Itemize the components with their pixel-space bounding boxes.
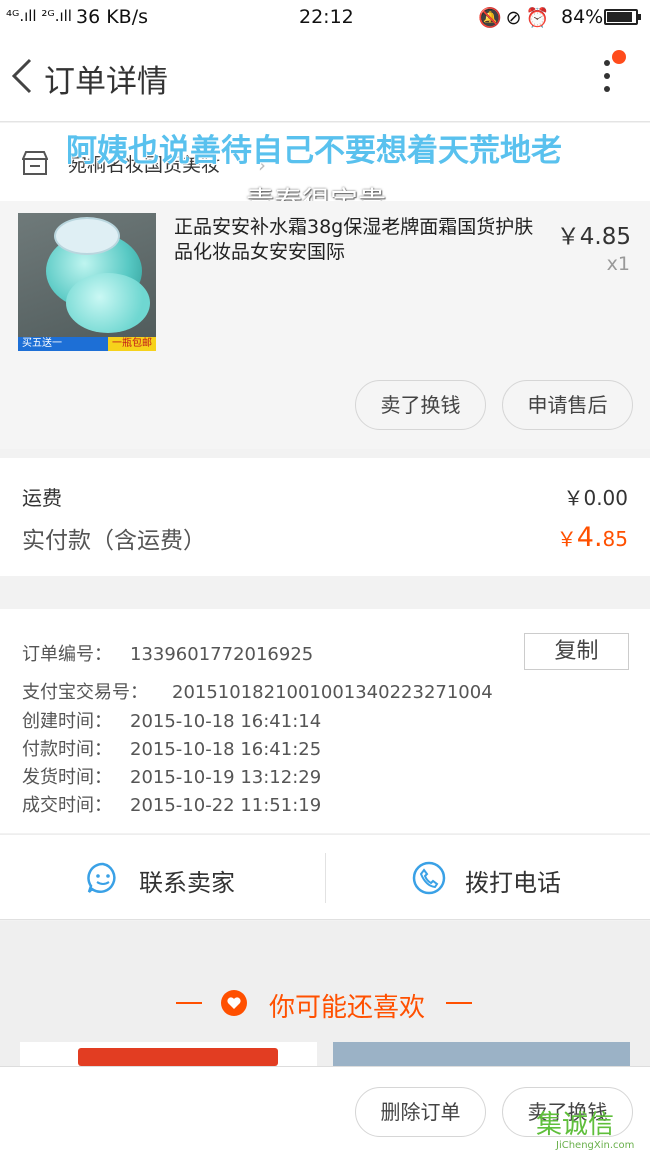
product-gel — [66, 273, 150, 333]
alipay-number: 2015101821001001340223271004 — [172, 682, 493, 703]
status-icons: 🔕⊘⏰ — [478, 7, 554, 29]
more-menu-icon[interactable] — [596, 50, 626, 98]
order-number: 1339601772016925 — [130, 644, 314, 665]
recommend-card[interactable] — [20, 1042, 317, 1066]
order-item: 买五送一 一瓶包邮 正品安安补水霜38g保湿老牌面霜国货护肤品化妆品女安安国际 … — [0, 201, 650, 449]
after-sale-button[interactable]: 申请售后 — [502, 380, 633, 430]
recommend-title-text: 你可能还喜欢 — [268, 993, 425, 1023]
created-label: 创建时间： — [22, 711, 112, 732]
clock: 22:12 — [299, 6, 354, 28]
product-title[interactable]: 正品安安补水霜38g保湿老牌面霜国货护肤品化妆品女安安国际 — [174, 215, 546, 265]
paid-int: 4. — [576, 522, 603, 553]
fee-summary: 运费 ￥0.00 实付款（含运费） ￥4.85 — [0, 458, 650, 576]
order-info: 订单编号： 1339601772016925 复制 支付宝交易号： 20151018… — [0, 609, 650, 833]
paid-currency: ￥ — [556, 527, 577, 551]
closed-label: 成交时间： — [22, 795, 112, 816]
paid-label: 实付款（含运费） — [22, 528, 206, 554]
shipping-label: 运费 — [22, 486, 62, 510]
network-speed: 36 KB/s — [76, 6, 149, 28]
alipay-label: 支付宝交易号： — [22, 682, 148, 703]
promo-left: 买五送一 — [22, 338, 62, 349]
notification-dot — [612, 50, 626, 64]
shop-icon — [22, 151, 48, 175]
paid-amount: ￥4.85 — [557, 522, 628, 553]
overlay-caption-1: 阿姨也说善待自己不要想着天荒地老 — [66, 133, 562, 169]
chat-bubble-icon — [87, 862, 116, 893]
page-title: 订单详情 — [44, 64, 168, 100]
nav-bar: 订单详情 — [0, 34, 650, 122]
closed-row: 成交时间： 2015-10-22 11:51:19 — [22, 791, 321, 817]
order-number-row: 订单编号： 1339601772016925 — [22, 640, 313, 666]
battery-percent: 84% — [561, 6, 604, 28]
alipay-row: 支付宝交易号： 2015101821001001340223271004 — [22, 678, 493, 704]
contact-seller-label: 联系卖家 — [139, 869, 235, 897]
recommend-card[interactable] — [333, 1042, 630, 1066]
delete-order-button[interactable]: 删除订单 — [355, 1087, 486, 1137]
paid-time: 2015-10-18 16:41:25 — [130, 739, 322, 760]
signal-icon: ⁴ᴳ.ıll ²ᴳ.ıll — [6, 7, 72, 25]
recommendations: 你可能还喜欢 — [0, 921, 650, 1066]
promo-right: 一瓶包邮 — [108, 337, 156, 351]
recommend-title: 你可能还喜欢 — [0, 987, 650, 1024]
contact-seller-button[interactable]: 联系卖家 — [0, 835, 325, 921]
battery-icon — [604, 9, 641, 25]
product-thumbnail[interactable]: 买五送一 一瓶包邮 — [18, 213, 156, 351]
product-price: ￥4.85 — [556, 224, 631, 250]
status-bar: ⁴ᴳ.ıll ²ᴳ.ıll 36 KB/s 22:12 🔕⊘⏰ 84% — [0, 0, 650, 34]
decor-line-right — [446, 1002, 472, 1004]
order-number-label: 订单编号： — [22, 644, 112, 665]
contact-bar: 联系卖家 拨打电话 — [0, 834, 650, 920]
resell-button[interactable]: 卖了换钱 — [355, 380, 486, 430]
promo-banner: 买五送一 一瓶包邮 — [18, 337, 156, 351]
product-lid — [54, 217, 120, 255]
created-time: 2015-10-18 16:41:14 — [130, 711, 322, 732]
paid-time-row: 付款时间： 2015-10-18 16:41:25 — [22, 735, 321, 761]
phone-icon — [412, 861, 446, 895]
product-quantity: x1 — [606, 253, 630, 275]
watermark: 集诚信 — [536, 1110, 615, 1140]
paid-time-label: 付款时间： — [22, 739, 112, 760]
shipped-time: 2015-10-19 13:12:29 — [130, 767, 322, 788]
paid-dec: 85 — [602, 527, 628, 551]
watermark-sub: JiChengXin.com — [556, 1140, 635, 1151]
call-label: 拨打电话 — [465, 869, 561, 897]
back-arrow-icon[interactable] — [8, 56, 38, 96]
call-button[interactable]: 拨打电话 — [326, 835, 650, 921]
shipping-value: ￥0.00 — [563, 486, 628, 510]
copy-button[interactable]: 复制 — [524, 633, 629, 670]
created-row: 创建时间： 2015-10-18 16:41:14 — [22, 707, 321, 733]
shipped-row: 发货时间： 2015-10-19 13:12:29 — [22, 763, 321, 789]
shipped-label: 发货时间： — [22, 767, 112, 788]
closed-time: 2015-10-22 11:51:19 — [130, 795, 322, 816]
